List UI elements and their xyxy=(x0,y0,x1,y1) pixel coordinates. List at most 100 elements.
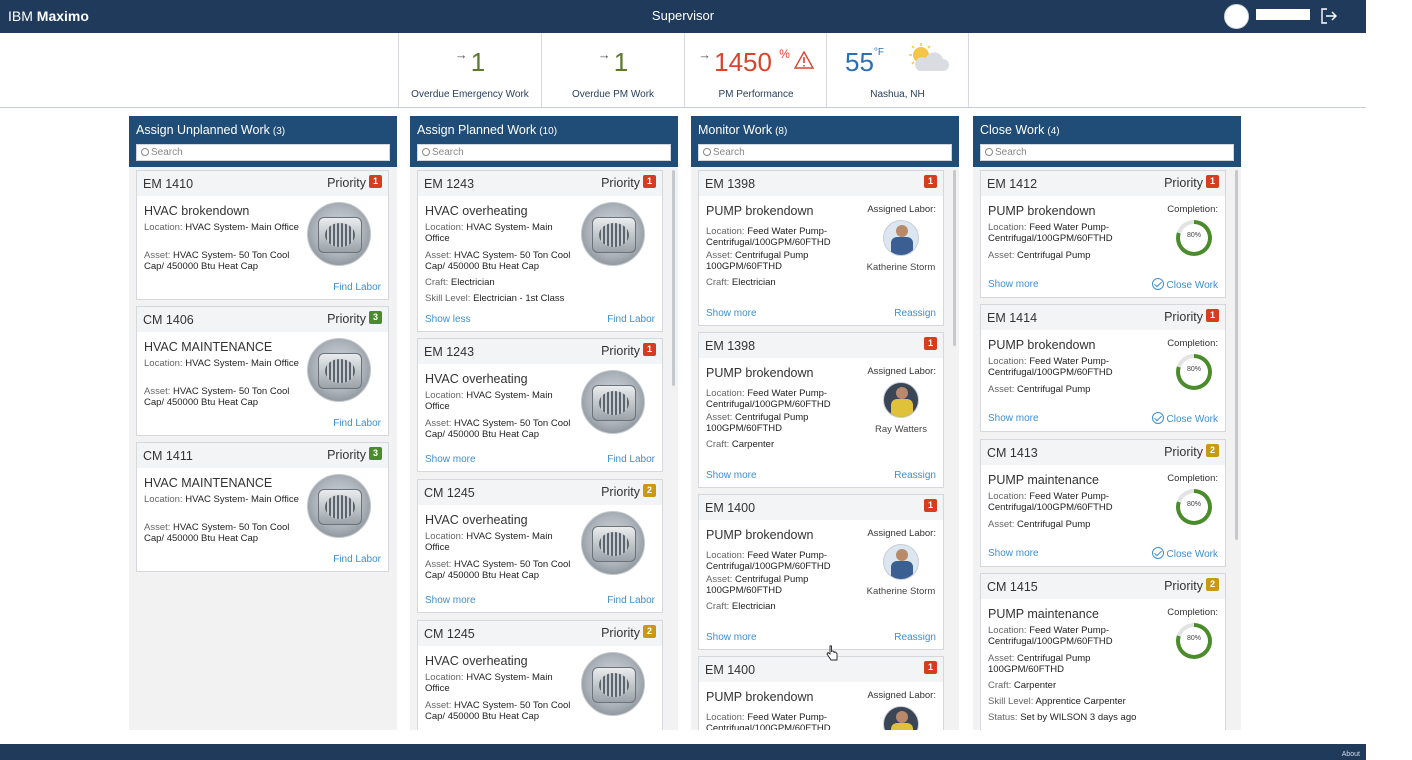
asset-field: Asset: Centrifugal Pump xyxy=(988,519,1144,530)
find-labor-link[interactable]: Find Labor xyxy=(607,595,655,606)
kpi-value: 1450 xyxy=(714,47,772,77)
user-name-field[interactable] xyxy=(1256,9,1310,20)
assigned-labor-label: Assigned Labor: xyxy=(867,690,936,701)
labor-name: Katherine Storm xyxy=(866,586,936,597)
location-field: Location: Feed Water Pump- Centrifugal/1… xyxy=(988,491,1136,513)
kpi-label: PM Performance xyxy=(718,89,794,100)
search-input[interactable]: Search xyxy=(136,144,390,161)
work-order-card[interactable]: EM 1400 1 PUMP brokendown Assigned Labor:… xyxy=(698,494,944,650)
skill-label: Skill Level: xyxy=(988,696,1034,707)
scrollbar[interactable] xyxy=(1235,170,1238,540)
find-labor-link[interactable]: Find Labor xyxy=(333,554,381,565)
location-label: Location: xyxy=(425,672,464,683)
scrollbar[interactable] xyxy=(953,170,956,346)
close-work-button[interactable]: Close Work xyxy=(1151,278,1218,291)
priority-badge: 1 xyxy=(1206,309,1219,322)
work-order-card[interactable]: EM 1243 Priority 1 HVAC overheating Locati… xyxy=(417,170,663,332)
about-link[interactable]: About xyxy=(1342,751,1360,758)
work-order-id: CM 1406 xyxy=(143,313,194,327)
asset-field: Asset: Centrifugal Pump 100GPM/60FTHD xyxy=(706,412,846,434)
work-order-card[interactable]: EM 1398 1 PUMP brokendown Assigned Labor:… xyxy=(698,332,944,488)
labor-avatar xyxy=(883,544,919,580)
location-label: Location: xyxy=(144,494,183,505)
priority-label: Priority xyxy=(601,485,640,499)
show-more-link[interactable]: Show more xyxy=(988,413,1039,424)
location-label: Location: xyxy=(425,531,464,542)
logout-icon[interactable] xyxy=(1320,7,1338,25)
show-more-link[interactable]: Show more xyxy=(988,548,1039,559)
completion-value: 80% xyxy=(1186,635,1201,642)
work-order-card[interactable]: CM 1411 Priority 3 HVAC MAINTENANCE Locati… xyxy=(136,442,389,572)
work-order-card[interactable]: EM 1410 Priority 1 HVAC brokendown Locatio… xyxy=(136,170,389,300)
reassign-link[interactable]: Reassign xyxy=(894,470,936,481)
asset-label: Asset: xyxy=(706,574,733,585)
show-more-link[interactable]: Show more xyxy=(425,454,476,465)
show-more-link[interactable]: Show more xyxy=(706,632,757,643)
work-order-title: PUMP brokendown xyxy=(706,366,814,380)
priority-badge: 2 xyxy=(1206,578,1219,591)
priority-label: Priority xyxy=(327,176,366,190)
scrollbar[interactable] xyxy=(672,170,675,386)
location-value: HVAC System- Main Office xyxy=(185,222,299,233)
asset-label: Asset: xyxy=(144,250,171,261)
work-order-card[interactable]: EM 1243 Priority 1 HVAC overheating Locati… xyxy=(417,338,663,472)
asset-value: Centrifugal Pump xyxy=(1017,384,1091,395)
search-input[interactable]: Search xyxy=(417,144,671,161)
location-label: Location: xyxy=(425,390,464,401)
work-order-title: PUMP maintenance xyxy=(988,607,1099,621)
work-order-card[interactable]: CM 1406 Priority 3 HVAC MAINTENANCE Locati… xyxy=(136,306,389,436)
kpi-overdue-pm[interactable]: → 1 Overdue PM Work xyxy=(541,33,684,107)
priority-label: Priority xyxy=(1164,445,1203,459)
close-work-button[interactable]: Close Work xyxy=(1151,412,1218,425)
find-labor-link[interactable]: Find Labor xyxy=(607,314,655,325)
completion-label: Completion: xyxy=(1167,204,1218,215)
kpi-overdue-emergency[interactable]: → 1 Overdue Emergency Work xyxy=(398,33,541,107)
work-order-card[interactable]: CM 1415 Priority 2 PUMP maintenance Comple… xyxy=(980,573,1226,730)
show-more-link[interactable]: Show more xyxy=(706,470,757,481)
column-assign-planned: Assign Planned Work (10) Search EM 1243 Pr… xyxy=(410,116,678,730)
work-order-id: CM 1411 xyxy=(143,449,193,463)
priority-label: Priority xyxy=(601,626,640,640)
find-labor-link[interactable]: Find Labor xyxy=(333,418,381,429)
find-labor-link[interactable]: Find Labor xyxy=(607,454,655,465)
show-more-link[interactable]: Show more xyxy=(425,595,476,606)
show-more-link[interactable]: Show more xyxy=(706,308,757,319)
show-less-link[interactable]: Show less xyxy=(425,314,471,325)
assigned-labor-label: Assigned Labor: xyxy=(867,366,936,377)
search-input[interactable]: Search xyxy=(980,144,1234,161)
location-label: Location: xyxy=(144,358,183,369)
location-field: Location: HVAC System- Main Office xyxy=(144,222,300,233)
asset-image xyxy=(307,338,371,402)
work-order-card[interactable]: EM 1398 1 PUMP brokendown Assigned Labor:… xyxy=(698,170,944,326)
kpi-pm-performance[interactable]: → 1450 % PM Performance xyxy=(684,33,827,107)
close-work-button[interactable]: Close Work xyxy=(1151,547,1218,560)
kpi-label: Nashua, NH xyxy=(870,89,925,100)
work-order-card[interactable]: EM 1412 Priority 1 PUMP brokendown Complet… xyxy=(980,170,1226,298)
kpi-weather[interactable]: 55°F Nashua, NH xyxy=(826,33,969,107)
work-order-card[interactable]: EM 1414 Priority 1 PUMP brokendown Complet… xyxy=(980,304,1226,432)
search-input[interactable]: Search xyxy=(698,144,952,161)
work-order-card[interactable]: EM 1400 1 PUMP brokendown Assigned Labor:… xyxy=(698,656,944,730)
check-circle-icon xyxy=(1151,278,1164,290)
search-placeholder: Search xyxy=(151,147,183,158)
priority-badge: 1 xyxy=(924,175,937,188)
work-order-id: EM 1398 xyxy=(705,177,756,191)
craft-label: Craft: xyxy=(706,601,730,612)
column-title: Monitor Work xyxy=(698,123,773,137)
work-order-card[interactable]: CM 1413 Priority 2 PUMP maintenance Comple… xyxy=(980,439,1226,567)
work-order-card[interactable]: CM 1245 Priority 2 HVAC overheating Locati… xyxy=(417,479,663,613)
work-order-card[interactable]: CM 1245 Priority 2 HVAC overheating Locati… xyxy=(417,620,663,730)
show-more-link[interactable]: Show more xyxy=(988,279,1039,290)
reassign-link[interactable]: Reassign xyxy=(894,632,936,643)
completion-value: 80% xyxy=(1186,501,1201,508)
work-order-title: PUMP brokendown xyxy=(988,204,1096,218)
completion-label: Completion: xyxy=(1167,338,1218,349)
check-circle-icon xyxy=(1151,547,1164,559)
avatar[interactable] xyxy=(1224,4,1249,29)
asset-value: Centrifugal Pump xyxy=(1017,519,1091,530)
asset-label: Asset: xyxy=(425,700,452,711)
completion-label: Completion: xyxy=(1167,473,1218,484)
find-labor-link[interactable]: Find Labor xyxy=(333,282,381,293)
work-order-title: PUMP brokendown xyxy=(706,204,814,218)
reassign-link[interactable]: Reassign xyxy=(894,308,936,319)
